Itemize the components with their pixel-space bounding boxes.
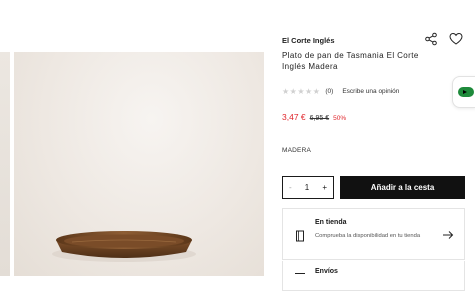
discount-badge: 50% [333,115,347,122]
add-to-cart-button[interactable]: Añadir a la cesta [340,176,465,199]
quantity-value[interactable]: 1 [305,183,309,192]
store-description: Comprueba la disponibilidad en tu tienda [315,233,421,239]
decrease-button[interactable]: - [289,183,292,192]
brand-name[interactable]: El Corte Inglés [282,36,335,45]
play-tab-icon [458,87,474,97]
price-row: 3,47 € 6,95 € 50% [282,112,346,122]
current-price: 3,47 € [282,112,306,122]
rating-count: (0) [325,88,334,95]
write-review-link[interactable]: Escribe una opinión [342,88,399,95]
material-label: MADERA [282,147,312,154]
increase-button[interactable]: + [322,183,327,192]
quantity-stepper[interactable]: - 1 + [282,176,334,199]
store-icon [296,230,304,242]
share-icon[interactable] [424,32,438,46]
heart-icon[interactable] [449,32,463,46]
original-price: 6,95 € [309,115,330,122]
store-title: En tienda [315,219,347,226]
thumbnail-strip[interactable] [0,52,10,276]
shipping-card[interactable]: Envíos [282,261,465,291]
side-floating-tab[interactable] [452,76,475,108]
product-image[interactable] [14,52,264,276]
store-availability-card[interactable]: En tienda Comprueba la disponibilidad en… [282,208,465,260]
product-title: Plato de pan de Tasmania El Corte Inglés… [282,51,419,71]
wooden-plate-illustration [52,231,196,262]
rating-row: ★★★★★ (0) Escribe una opinión [282,87,399,96]
shipping-title: Envíos [315,268,338,275]
rating-stars: ★★★★★ [282,87,321,96]
arrow-right-icon[interactable] [442,230,454,240]
